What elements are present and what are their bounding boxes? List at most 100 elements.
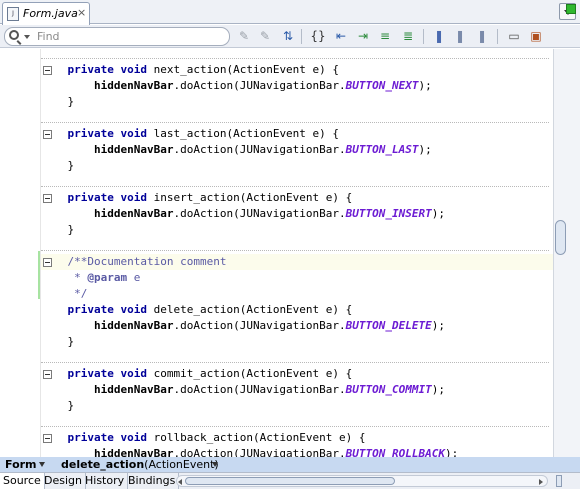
keyword-private: private: [67, 303, 114, 316]
find-input[interactable]: [37, 30, 225, 43]
tab-history[interactable]: History: [82, 473, 129, 489]
keyword-void: void: [120, 191, 147, 204]
code-line[interactable]: private void next_action(ActionEvent e) …: [41, 62, 553, 78]
breadcrumb-method[interactable]: delete_action(ActionEvent): [61, 457, 219, 472]
breadcrumb-class-form[interactable]: Form: [5, 457, 37, 472]
prev-occurrence-icon[interactable]: ✎: [236, 28, 252, 44]
shift-left-icon[interactable]: ⇤: [333, 28, 349, 44]
code-line[interactable]: hiddenNavBar.doAction(JUNavigationBar.BU…: [41, 446, 553, 457]
comment-icon[interactable]: ≡: [377, 28, 393, 44]
toolbar-separator: [423, 29, 424, 44]
chevron-down-icon[interactable]: [212, 462, 218, 467]
keyword-void: void: [120, 127, 147, 140]
code-line[interactable]: hiddenNavBar.doAction(JUNavigationBar.BU…: [41, 206, 553, 222]
vertical-scrollbar[interactable]: [553, 49, 580, 457]
uncomment-icon[interactable]: ≣: [400, 28, 416, 44]
code-line[interactable]: }: [41, 222, 553, 238]
method-call: .doAction(JUNavigationBar.: [173, 207, 346, 220]
method-call: .doAction(JUNavigationBar.: [173, 319, 346, 332]
chevron-down-icon[interactable]: [39, 462, 45, 467]
close-tab-icon[interactable]: ×: [77, 6, 86, 19]
code-line[interactable]: /**Documentation comment: [41, 254, 553, 270]
tab-source[interactable]: Source: [0, 473, 45, 489]
next-occurrence-icon[interactable]: ✎: [257, 28, 273, 44]
method-signature: last_action(ActionEvent e) {: [153, 127, 340, 140]
code-line[interactable]: hiddenNavBar.doAction(JUNavigationBar.BU…: [41, 142, 553, 158]
statement-end: );: [431, 383, 445, 396]
constant-reference: BUTTON_INSERT: [345, 207, 432, 220]
tab-design[interactable]: Design: [41, 473, 86, 489]
field-reference: hiddenNavBar: [93, 207, 174, 220]
java-file-icon-letter: J: [12, 10, 14, 17]
code-line[interactable]: }: [41, 398, 553, 414]
vertical-scroll-thumb[interactable]: [555, 220, 566, 255]
method-signature: next_action(ActionEvent e) {: [153, 63, 340, 76]
editor-tab-strip: J Form.java ×: [0, 0, 580, 25]
doc-comment-start: /**Documentation comment: [67, 255, 227, 268]
constant-reference: BUTTON_COMMIT: [345, 383, 432, 396]
code-line[interactable]: hiddenNavBar.doAction(JUNavigationBar.BU…: [41, 318, 553, 334]
shift-right-icon[interactable]: ⇥: [355, 28, 371, 44]
field-reference: hiddenNavBar: [93, 143, 174, 156]
fold-toggle-icon[interactable]: [43, 258, 52, 267]
scroll-left-icon[interactable]: [178, 479, 182, 485]
code-line[interactable]: }: [41, 158, 553, 174]
keyword-private: private: [67, 367, 114, 380]
tab-form-java[interactable]: J Form.java ×: [2, 2, 90, 25]
method-call: .doAction(JUNavigationBar.: [173, 383, 346, 396]
method-separator: [41, 58, 549, 59]
view-tab-bar: Source Design History Bindings: [0, 472, 580, 489]
horizontal-scrollbar[interactable]: [176, 475, 548, 487]
method-separator: [41, 250, 549, 251]
no-errors-status-icon[interactable]: [566, 4, 576, 14]
java-file-icon: J: [7, 7, 19, 21]
breadcrumb-method-name: delete_action: [61, 458, 145, 471]
doc-param-name: e: [127, 271, 141, 284]
closing-brace: }: [67, 335, 75, 348]
closing-brace: }: [67, 159, 75, 172]
match-brace-icon[interactable]: {}: [310, 28, 326, 44]
method-signature: commit_action(ActionEvent e) {: [153, 367, 353, 380]
field-reference: hiddenNavBar: [93, 79, 174, 92]
constant-reference: BUTTON_DELETE: [345, 319, 432, 332]
doc-comment-star: *: [67, 271, 88, 284]
code-line[interactable]: * @param e: [41, 270, 553, 286]
code-line[interactable]: }: [41, 94, 553, 110]
search-options-chevron-down-icon[interactable]: [24, 35, 30, 39]
method-separator: [41, 362, 549, 363]
statement-end: );: [418, 143, 432, 156]
constant-reference: BUTTON_LAST: [345, 143, 419, 156]
code-line[interactable]: private void last_action(ActionEvent e) …: [41, 126, 553, 142]
code-line[interactable]: private void insert_action(ActionEvent e…: [41, 190, 553, 206]
code-line[interactable]: hiddenNavBar.doAction(JUNavigationBar.BU…: [41, 78, 553, 94]
statement-end: );: [431, 319, 445, 332]
code-line[interactable]: private void commit_action(ActionEvent e…: [41, 366, 553, 382]
search-icon[interactable]: [9, 30, 19, 40]
keyword-void: void: [120, 63, 147, 76]
breadcrumb: Form delete_action(ActionEvent): [0, 457, 580, 472]
horizontal-scroll-thumb[interactable]: [185, 477, 395, 485]
search-box[interactable]: [4, 27, 230, 46]
code-editor[interactable]: private void next_action(ActionEvent e) …: [0, 49, 553, 457]
toolbar-separator: [497, 29, 498, 44]
start-macro-icon[interactable]: ▭: [506, 28, 522, 44]
code-line[interactable]: }: [41, 334, 553, 350]
stop-macro-icon[interactable]: ▣: [528, 28, 544, 44]
constant-reference: BUTTON_ROLLBACK: [345, 447, 445, 457]
split-handle[interactable]: [556, 475, 562, 487]
tab-bindings[interactable]: Bindings: [125, 473, 180, 489]
code-line[interactable]: private void delete_action(ActionEvent e…: [41, 302, 553, 318]
next-bookmark-icon[interactable]: ❚: [474, 28, 490, 44]
method-separator: [41, 186, 549, 187]
bookmark-icon[interactable]: ❚: [431, 28, 447, 44]
code-line[interactable]: */: [41, 286, 553, 302]
code-line[interactable]: hiddenNavBar.doAction(JUNavigationBar.BU…: [41, 382, 553, 398]
scroll-right-icon[interactable]: [539, 479, 543, 485]
field-reference: hiddenNavBar: [93, 447, 174, 457]
method-call: .doAction(JUNavigationBar.: [173, 447, 346, 457]
prev-bookmark-icon[interactable]: ❚: [452, 28, 468, 44]
toggle-highlight-icon[interactable]: ⇅: [280, 28, 296, 44]
editor-toolbar: ✎ ✎ ⇅ {} ⇤ ⇥ ≡ ≣ ❚ ❚ ❚ ▭ ▣: [0, 25, 580, 48]
code-line[interactable]: private void rollback_action(ActionEvent…: [41, 430, 553, 446]
statement-end: );: [418, 79, 432, 92]
